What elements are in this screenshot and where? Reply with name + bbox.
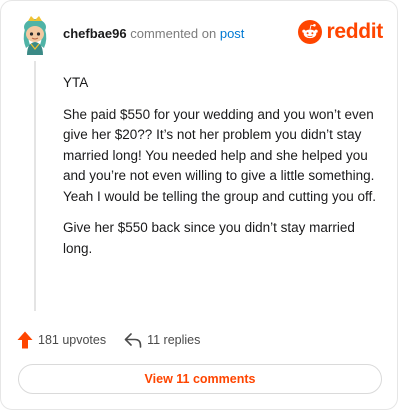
post-link[interactable]: post (220, 26, 245, 41)
view-comments-button[interactable]: View 11 comments (18, 364, 382, 394)
comment-paragraph: Give her $550 back since you didn’t stay… (63, 220, 355, 256)
username-link[interactable]: chefbae96 (63, 26, 127, 41)
reddit-wordmark: reddit (326, 20, 383, 43)
comment-paragraph: She paid $550 for your wedding and you w… (63, 106, 376, 204)
upvote-arrow-icon (17, 331, 33, 349)
comment-paragraph: YTA (63, 75, 89, 90)
byline: chefbae96 commented on post (63, 26, 244, 41)
reddit-logo[interactable]: reddit (298, 19, 383, 45)
reddit-alien-icon (298, 20, 323, 44)
reply-count: 11 replies (147, 333, 201, 347)
upvote-count: 181 upvotes (38, 333, 107, 347)
thread-line[interactable] (34, 61, 36, 311)
snoo-avatar-icon[interactable] (17, 15, 53, 55)
reply-arrow-icon (124, 333, 142, 348)
replies-button[interactable]: 11 replies (124, 332, 200, 348)
comment-header: chefbae96 commented on post reddit (15, 15, 383, 55)
comment-card: chefbae96 commented on post reddit YTA S… (0, 0, 398, 410)
commented-on-label: commented on (130, 26, 217, 41)
comment-body: YTA She paid $550 for your wedding and y… (63, 73, 381, 270)
comment-actions: 181 upvotes 11 replies (17, 329, 200, 351)
upvote-button[interactable]: 181 upvotes (17, 331, 106, 349)
view-comments-label: View 11 comments (144, 372, 256, 386)
